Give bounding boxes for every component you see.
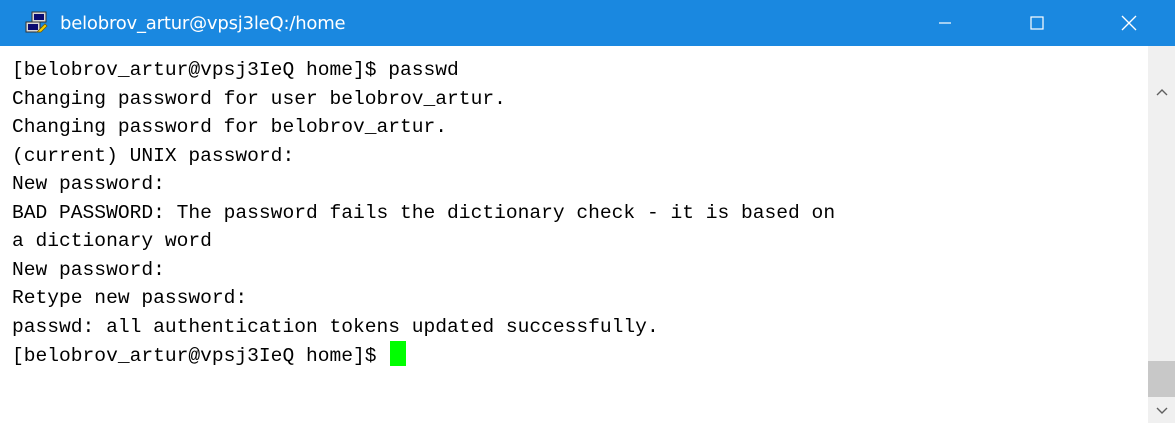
terminal-line: passwd: all authentication tokens update…	[12, 315, 659, 338]
terminal-line: a dictionary word	[12, 230, 212, 252]
vertical-scrollbar[interactable]	[1148, 46, 1175, 423]
putty-icon[interactable]	[22, 9, 50, 37]
maximize-button[interactable]	[991, 0, 1083, 46]
terminal-line: (current) UNIX password:	[12, 144, 295, 167]
title-bar[interactable]: belobrov_artur@vpsj3leQ:/home	[0, 0, 1175, 46]
minimize-button[interactable]	[899, 0, 991, 46]
window-controls	[899, 0, 1175, 46]
terminal-line: New password:	[12, 173, 165, 195]
text-cursor	[390, 341, 407, 366]
terminal-line: Changing password for belobrov_artur.	[12, 116, 448, 138]
terminal-line: [belobrov_artur@vpsj3IeQ home]$ passwd	[12, 59, 459, 81]
window-title: belobrov_artur@vpsj3leQ:/home	[60, 12, 346, 34]
close-button[interactable]	[1083, 0, 1175, 46]
terminal-line: Retype new password:	[12, 287, 248, 309]
terminal-line: New password:	[12, 258, 165, 281]
scroll-up-button[interactable]	[1148, 80, 1175, 104]
maximize-icon	[1030, 16, 1044, 30]
terminal-output[interactable]: [belobrov_artur@vpsj3IeQ home]$ passwd C…	[0, 46, 1148, 423]
minimize-icon	[939, 22, 951, 24]
terminal-line: Changing password for user belobrov_artu…	[12, 87, 506, 110]
chevron-up-icon	[1156, 89, 1167, 96]
chevron-down-icon	[1156, 407, 1167, 414]
terminal-prompt-line[interactable]: [belobrov_artur@vpsj3IeQ home]$	[12, 341, 1148, 370]
scroll-down-button[interactable]	[1148, 399, 1175, 423]
scroll-thumb[interactable]	[1148, 361, 1175, 397]
shell-prompt: [belobrov_artur@vpsj3IeQ home]$	[12, 345, 389, 367]
close-icon	[1121, 15, 1137, 31]
terminal-line: BAD PASSWORD: The password fails the dic…	[12, 201, 836, 224]
terminal-window: belobrov_artur@vpsj3leQ:/home [belobrov_…	[0, 0, 1175, 423]
